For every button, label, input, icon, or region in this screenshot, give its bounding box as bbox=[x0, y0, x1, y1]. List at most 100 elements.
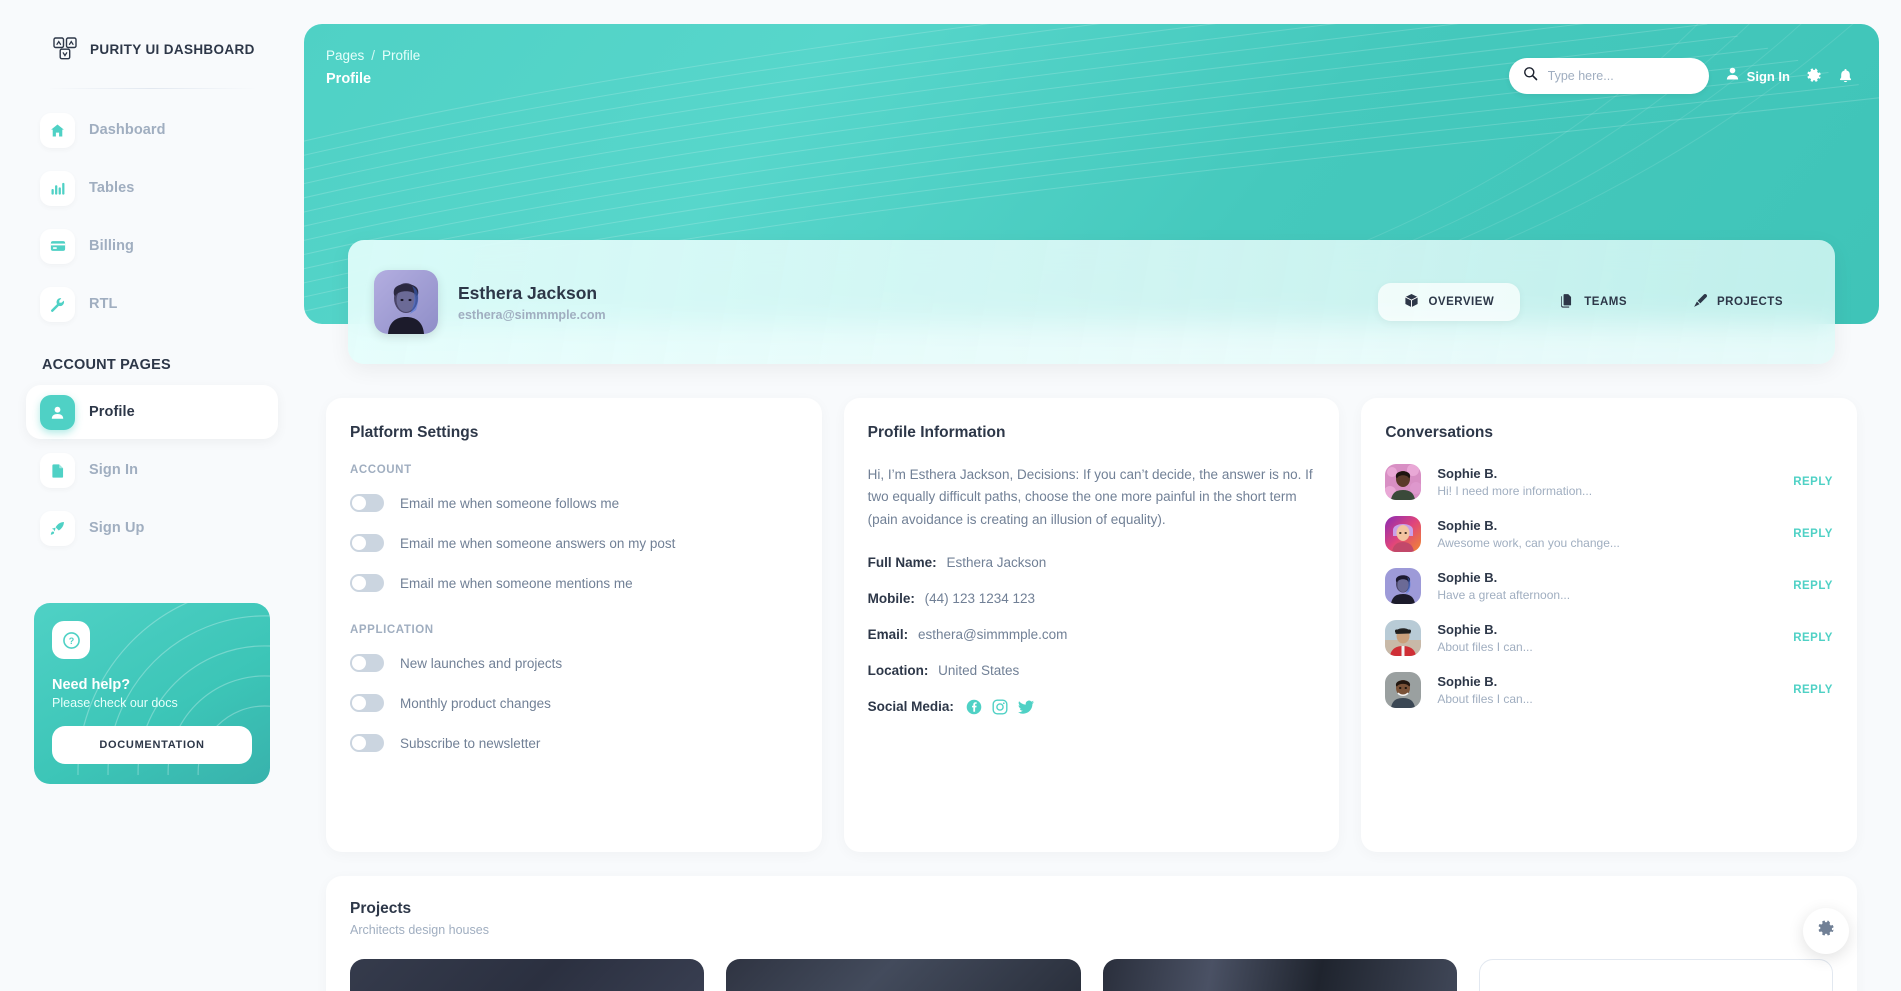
toggle-switch[interactable] bbox=[350, 734, 384, 752]
settings-fab-button[interactable] bbox=[1803, 908, 1849, 954]
project-thumb-3[interactable] bbox=[1102, 959, 1457, 991]
conversation-name: Sophie B. bbox=[1437, 570, 1498, 585]
facebook-icon[interactable] bbox=[966, 699, 982, 715]
project-thumb-add[interactable] bbox=[1478, 959, 1833, 991]
card-title: Platform Settings bbox=[350, 424, 479, 441]
brand[interactable]: PURITY UI DASHBOARD bbox=[24, 0, 280, 62]
projects-subtitle: Architects design houses bbox=[350, 923, 489, 937]
help-subtitle: Please check our docs bbox=[52, 696, 178, 710]
setting-label: Email me when someone mentions me bbox=[400, 575, 633, 591]
tab-label: OVERVIEW bbox=[1428, 296, 1495, 308]
info-key: Full Name: bbox=[867, 554, 937, 570]
toggle-switch[interactable] bbox=[350, 534, 384, 552]
conversation-message: About files I can... bbox=[1437, 692, 1533, 706]
conversation-item[interactable]: Sophie B. About files I can... REPLY bbox=[1385, 620, 1833, 656]
breadcrumb-parent[interactable]: Pages bbox=[326, 48, 364, 63]
conversation-message: About files I can... bbox=[1437, 640, 1533, 654]
sidebar-item-label: Dashboard bbox=[89, 122, 166, 138]
conversation-item[interactable]: Sophie B. Have a great afternoon... REPL… bbox=[1385, 568, 1833, 604]
reply-button[interactable]: REPLY bbox=[1793, 476, 1833, 488]
page-title: Profile bbox=[326, 71, 372, 87]
info-row-email: Email: esthera@simmmple.com bbox=[868, 627, 1316, 642]
conversation-name: Sophie B. bbox=[1437, 622, 1498, 637]
reply-button[interactable]: REPLY bbox=[1793, 684, 1833, 696]
sidebar-item-rtl[interactable]: RTL bbox=[26, 277, 278, 331]
profile-header-card: Esthera Jackson esthera@simmmple.com OVE… bbox=[348, 240, 1835, 364]
platform-settings-card: Platform Settings ACCOUNT Email me when … bbox=[326, 398, 822, 852]
bell-icon[interactable] bbox=[1838, 68, 1853, 84]
sidebar-item-label: Tables bbox=[89, 180, 135, 196]
rocket-icon bbox=[40, 510, 75, 546]
sidebar-item-profile[interactable]: Profile bbox=[26, 385, 278, 439]
profile-bio: Hi, I’m Esthera Jackson, Decisions: If y… bbox=[867, 467, 1313, 527]
toggle-switch[interactable] bbox=[350, 574, 384, 592]
project-thumb-2[interactable] bbox=[726, 959, 1081, 991]
toggle-switch[interactable] bbox=[350, 654, 384, 672]
gear-icon[interactable] bbox=[1806, 68, 1822, 84]
sidebar-item-dashboard[interactable]: Dashboard bbox=[26, 103, 278, 157]
instagram-icon[interactable] bbox=[992, 699, 1008, 715]
breadcrumb-current[interactable]: Profile bbox=[382, 48, 420, 63]
breadcrumb-separator: / bbox=[371, 48, 376, 63]
sidebar: PURITY UI DASHBOARD Dashboard Tables Bil… bbox=[0, 0, 304, 991]
info-key: Email: bbox=[867, 626, 909, 642]
breadcrumb: Pages / Profile bbox=[326, 48, 420, 63]
profile-name: Esthera Jackson bbox=[458, 282, 598, 303]
tab-teams[interactable]: TEAMS bbox=[1534, 283, 1653, 321]
info-value: (44) 123 1234 123 bbox=[924, 590, 1036, 606]
sidebar-item-label: Profile bbox=[89, 404, 135, 420]
gear-icon bbox=[1817, 920, 1835, 943]
tab-projects[interactable]: PROJECTS bbox=[1667, 283, 1809, 321]
documentation-button[interactable]: DOCUMENTATION bbox=[52, 726, 252, 764]
sign-in-label: Sign In bbox=[1746, 68, 1790, 84]
avatar bbox=[1385, 620, 1422, 656]
avatar[interactable] bbox=[374, 270, 438, 334]
conversation-text: Sophie B. Have a great afternoon... bbox=[1437, 570, 1570, 602]
cube-icon bbox=[1404, 293, 1419, 311]
setting-label: Email me when someone answers on my post bbox=[400, 535, 676, 551]
conversation-text: Sophie B. Awesome work, can you change..… bbox=[1437, 518, 1620, 550]
setting-row: Subscribe to newsletter bbox=[350, 734, 798, 752]
reply-button[interactable]: REPLY bbox=[1793, 580, 1833, 592]
documents-icon bbox=[1560, 293, 1575, 311]
topbar-actions: Sign In bbox=[1508, 58, 1853, 94]
sidebar-item-sign-up[interactable]: Sign Up bbox=[26, 501, 278, 555]
conversation-item[interactable]: Sophie B. Hi! I need more information...… bbox=[1385, 464, 1833, 500]
search-input[interactable] bbox=[1547, 69, 1695, 83]
question-mark-icon: ? bbox=[52, 621, 90, 659]
sidebar-nav: Dashboard Tables Billing RTL ACCOUNT PAG… bbox=[24, 103, 280, 555]
conversation-name: Sophie B. bbox=[1437, 518, 1498, 533]
toggle-switch[interactable] bbox=[350, 494, 384, 512]
sidebar-item-tables[interactable]: Tables bbox=[26, 161, 278, 215]
person-icon bbox=[1725, 66, 1740, 86]
project-thumb-1[interactable] bbox=[350, 959, 705, 991]
twitter-icon[interactable] bbox=[1017, 699, 1035, 715]
search-box[interactable] bbox=[1508, 58, 1709, 94]
tab-overview[interactable]: OVERVIEW bbox=[1378, 283, 1521, 321]
sign-in-button[interactable]: Sign In bbox=[1725, 66, 1790, 86]
setting-row: Email me when someone mentions me bbox=[350, 574, 798, 592]
sidebar-item-label: RTL bbox=[89, 296, 118, 312]
reply-button[interactable]: REPLY bbox=[1793, 632, 1833, 644]
topbar: Pages / Profile Profile Type here... Sig… bbox=[304, 24, 1879, 116]
bar-chart-icon bbox=[40, 170, 75, 206]
sidebar-item-label: Sign In bbox=[89, 462, 139, 478]
sidebar-item-label: Sign Up bbox=[89, 520, 145, 536]
tab-label: PROJECTS bbox=[1717, 296, 1783, 308]
setting-label: New launches and projects bbox=[400, 655, 563, 671]
toggle-switch[interactable] bbox=[350, 694, 384, 712]
profile-information-card: Profile Information Hi, I’m Esthera Jack… bbox=[843, 398, 1340, 852]
conversation-item[interactable]: Sophie B. About files I can... REPLY bbox=[1385, 672, 1833, 708]
conversation-message: Have a great afternoon... bbox=[1437, 588, 1571, 602]
settings-group-label: APPLICATION bbox=[350, 624, 434, 636]
setting-row: Email me when someone follows me bbox=[350, 494, 798, 512]
reply-button[interactable]: REPLY bbox=[1793, 528, 1833, 540]
projects-card: Projects Architects design houses bbox=[326, 876, 1857, 991]
conversation-message: Hi! I need more information... bbox=[1437, 484, 1593, 498]
sidebar-item-sign-in[interactable]: Sign In bbox=[26, 443, 278, 497]
setting-label: Monthly product changes bbox=[400, 695, 551, 711]
conversation-text: Sophie B. Hi! I need more information... bbox=[1437, 466, 1592, 498]
sidebar-item-billing[interactable]: Billing bbox=[26, 219, 278, 273]
conversation-item[interactable]: Sophie B. Awesome work, can you change..… bbox=[1385, 516, 1833, 552]
card-title: Profile Information bbox=[867, 424, 1006, 441]
